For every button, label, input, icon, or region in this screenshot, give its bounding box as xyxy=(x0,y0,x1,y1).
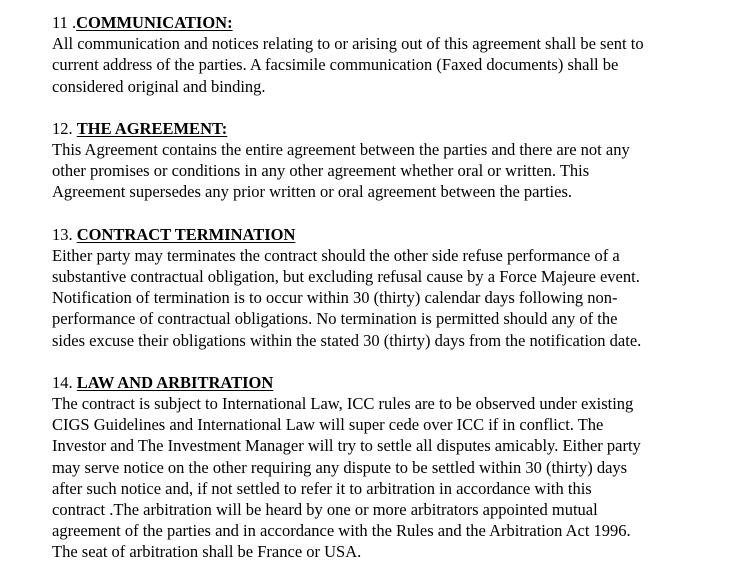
body-line: The contract is subject to International… xyxy=(52,394,634,414)
section-law-and-arbitration: 14. LAW AND ARBITRATION The contract is … xyxy=(52,372,752,563)
body-line: after such notice and, if not settled to… xyxy=(52,478,592,498)
body-line: Agreement supersedes any prior written o… xyxy=(52,182,572,202)
section-heading: 12. THE AGREEMENT: xyxy=(52,118,752,139)
section-title: COMMUNICATION: xyxy=(76,13,233,32)
body-line: Investor and The Investment Manager will… xyxy=(52,436,641,456)
section-title: LAW AND ARBITRATION xyxy=(76,372,274,392)
body-line: All communication and notices relating t… xyxy=(52,34,644,54)
document-page: 11 .COMMUNICATION: All communication and… xyxy=(52,12,752,584)
section-communication: 11 .COMMUNICATION: All communication and… xyxy=(52,12,752,97)
body-line: Notification of termination is to occur … xyxy=(52,288,618,308)
body-line: CIGS Guidelines and International Law wi… xyxy=(52,415,604,435)
section-heading: 11 .COMMUNICATION: xyxy=(52,12,752,33)
body-line: may serve notice on the other requiring … xyxy=(52,457,628,477)
body-line: agreement of the parties and in accordan… xyxy=(52,521,631,541)
section-title: THE AGREEMENT: xyxy=(76,118,228,138)
section-heading: 14. LAW AND ARBITRATION xyxy=(52,372,752,393)
section-number: 11 . xyxy=(52,13,77,32)
body-line: Either party may terminates the contract… xyxy=(52,245,620,265)
section-contract-termination: 13. CONTRACT TERMINATION Either party ma… xyxy=(52,224,752,351)
body-line: current address of the parties. A facsim… xyxy=(52,55,619,75)
body-line: other promises or conditions in any othe… xyxy=(52,161,590,181)
section-number: 12. xyxy=(52,118,77,138)
section-title: CONTRACT TERMINATION xyxy=(76,224,296,244)
body-line: considered original and binding. xyxy=(52,76,266,96)
body-line: This Agreement contains the entire agree… xyxy=(52,140,630,160)
body-line: The seat of arbitration shall be France … xyxy=(52,542,362,562)
section-number: 13. xyxy=(52,224,77,244)
section-number: 14. xyxy=(52,372,77,392)
body-line: contract .The arbitration will be heard … xyxy=(52,500,598,520)
body-line: sides excuse their obligations within th… xyxy=(52,330,642,350)
section-heading: 13. CONTRACT TERMINATION xyxy=(52,224,752,245)
body-line: substantive contractual obligation, but … xyxy=(52,267,640,287)
section-the-agreement: 12. THE AGREEMENT: This Agreement contai… xyxy=(52,118,752,203)
body-line: performance of contractual obligations. … xyxy=(52,309,618,329)
